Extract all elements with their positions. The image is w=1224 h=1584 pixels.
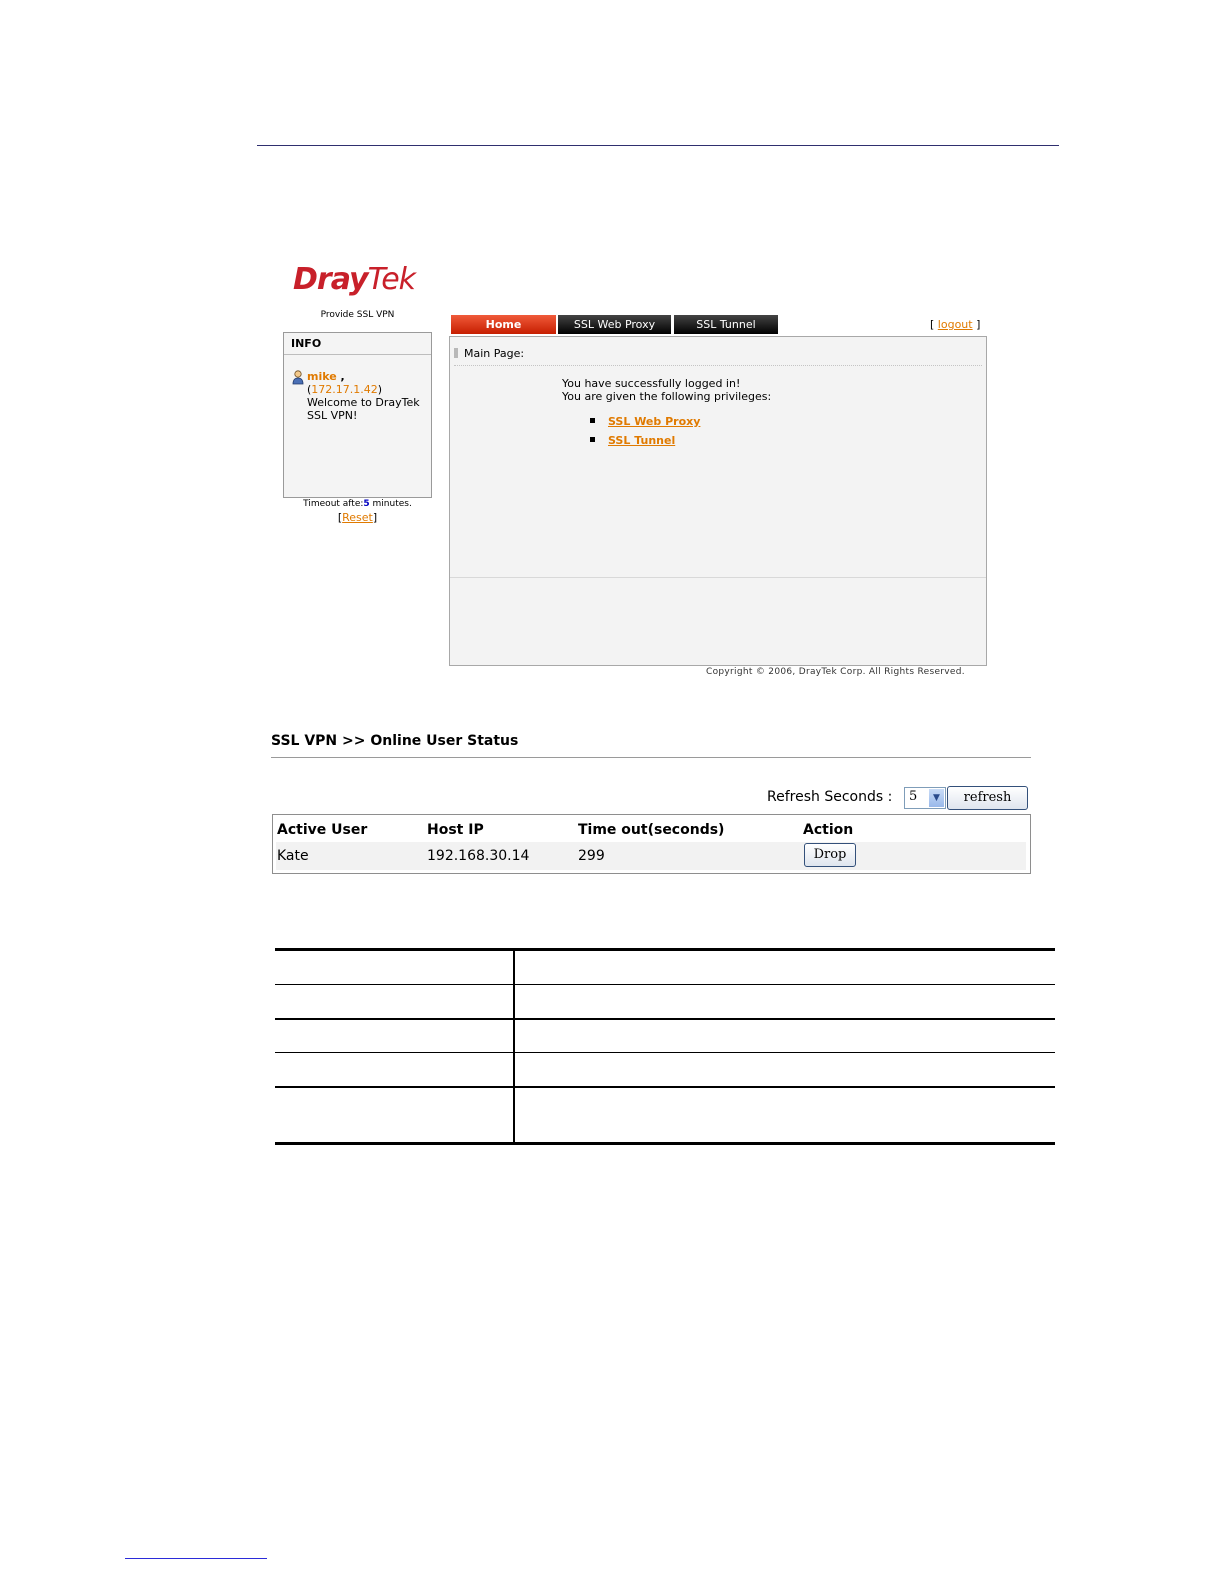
bullet-icon <box>590 437 595 442</box>
reset-link[interactable]: Reset <box>342 511 373 524</box>
copyright: Copyright © 2006, DrayTek Corp. All Righ… <box>706 667 965 677</box>
table-rule <box>275 1018 1055 1020</box>
table-rule <box>275 948 1055 951</box>
column-header-timeout: Time out(seconds) <box>578 822 725 838</box>
refresh-seconds-value: 5 <box>909 789 918 804</box>
login-success-message: You have successfully logged in! <box>562 377 741 390</box>
privilege-link-ssl-web-proxy[interactable]: SSL Web Proxy <box>608 415 700 428</box>
main-panel: Main Page: You have successfully logged … <box>449 336 987 666</box>
footer-link-underline <box>125 1558 267 1559</box>
bullet-icon <box>590 418 595 423</box>
panel-divider <box>450 577 986 578</box>
cell-timeout: 299 <box>578 848 605 864</box>
info-panel: INFO mike , (172.17.1.42) Welcome to Dra… <box>283 332 432 498</box>
logout-link[interactable]: logout <box>938 318 973 331</box>
title-rule <box>271 757 1031 758</box>
info-title: INFO <box>284 333 431 355</box>
page-title: SSL VPN >> Online User Status <box>271 733 519 749</box>
heading-marker <box>454 348 458 358</box>
refresh-seconds-label: Refresh Seconds : <box>767 789 893 805</box>
logout-control: [ logout ] <box>930 318 981 331</box>
reset-control: [Reset] <box>337 511 378 524</box>
tab-ssl-tunnel[interactable]: SSL Tunnel <box>674 315 778 334</box>
table-rule <box>275 1142 1055 1145</box>
privilege-item: SSL Web Proxy <box>590 415 700 428</box>
description-table <box>275 948 1055 1145</box>
column-header-active-user: Active User <box>277 822 368 838</box>
table-rule <box>275 1086 1055 1088</box>
main-page-heading: Main Page: <box>454 347 524 360</box>
user-icon <box>292 370 304 385</box>
privileges-message: You are given the following privileges: <box>562 390 772 403</box>
info-ip: (172.17.1.42) <box>307 383 383 396</box>
timeout-notice: Timeout afte:5 minutes. <box>303 499 412 509</box>
column-header-action: Action <box>803 822 854 838</box>
column-header-host-ip: Host IP <box>427 822 484 838</box>
privilege-item: SSL Tunnel <box>590 434 675 447</box>
chevron-down-icon[interactable]: ▼ <box>929 789 944 807</box>
info-username: mike , <box>307 370 345 383</box>
refresh-button[interactable]: refresh <box>947 786 1028 810</box>
tab-ssl-web-proxy[interactable]: SSL Web Proxy <box>558 315 671 334</box>
table-rule <box>275 984 1055 985</box>
main-separator <box>454 365 982 366</box>
table-column-divider <box>513 948 515 1144</box>
tab-home[interactable]: Home <box>451 315 556 334</box>
refresh-seconds-select[interactable]: 5 ▼ <box>904 787 946 809</box>
info-welcome: Welcome to DrayTek SSL VPN! <box>307 396 420 422</box>
cell-active-user: Kate <box>277 848 309 864</box>
cell-host-ip: 192.168.30.14 <box>427 848 530 864</box>
table-rule <box>275 1052 1055 1053</box>
tagline: Provide SSL VPN <box>320 310 395 320</box>
privilege-link-ssl-tunnel[interactable]: SSL Tunnel <box>608 434 675 447</box>
drop-button[interactable]: Drop <box>804 843 856 867</box>
online-user-table: Active User Host IP Time out(seconds) Ac… <box>272 814 1031 874</box>
table-row <box>276 842 1026 870</box>
draytek-logo: DrayTek <box>293 262 416 297</box>
page-header-rule <box>257 145 1059 146</box>
